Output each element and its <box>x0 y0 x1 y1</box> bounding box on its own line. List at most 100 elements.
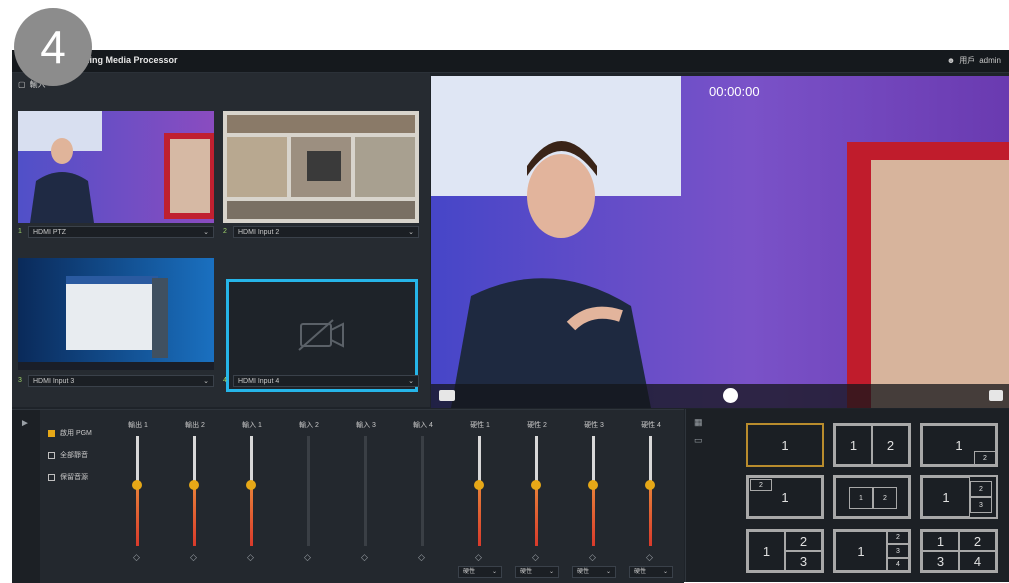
volume-slider-track[interactable] <box>136 436 139 546</box>
pan-icon[interactable]: ◇ <box>361 552 368 563</box>
audio-sidebar: ► <box>12 410 40 583</box>
volume-slider-knob[interactable] <box>531 480 541 490</box>
input-3-thumbnail[interactable] <box>18 258 214 370</box>
monitor-icon[interactable]: ▭ <box>694 435 703 446</box>
pan-icon[interactable]: ◇ <box>475 552 482 563</box>
channel-label: 輸出 2 <box>185 422 205 429</box>
layout-option-4[interactable]: 12 <box>746 475 824 519</box>
layout-cell: 2 <box>974 451 996 465</box>
pan-icon[interactable]: ◇ <box>589 552 596 563</box>
channel-label: 輸入 4 <box>413 422 433 429</box>
volume-slider-knob[interactable] <box>246 480 256 490</box>
layout-cell: 3 <box>785 551 822 571</box>
channel-label: 硬性 3 <box>584 422 604 429</box>
channel-strip: 硬性 1 ◇ 硬性 ⌄ <box>458 416 502 578</box>
channel-label: 硬性 2 <box>527 422 547 429</box>
volume-slider-track[interactable] <box>535 436 538 546</box>
volume-slider-track[interactable] <box>307 436 310 546</box>
channel-label: 硬性 4 <box>641 422 661 429</box>
volume-slider-knob[interactable] <box>474 480 484 490</box>
pan-icon[interactable]: ◇ <box>646 552 653 563</box>
layout-option-1[interactable]: 1 <box>746 423 824 467</box>
volume-slider-track[interactable] <box>250 436 253 546</box>
option-label: 保留音源 <box>60 474 88 481</box>
pan-icon[interactable]: ◇ <box>247 552 254 563</box>
pan-icon[interactable]: ◇ <box>304 552 311 563</box>
record-button[interactable] <box>723 388 738 403</box>
volume-slider-knob[interactable] <box>645 480 655 490</box>
layout-cell: 1 <box>922 531 959 551</box>
layout-cell: 1 <box>835 531 887 571</box>
checkbox[interactable] <box>48 429 55 437</box>
slider-track-upper <box>478 436 481 485</box>
channel-source-select[interactable]: 硬性 ⌄ <box>572 566 616 578</box>
channel-strip: 硬性 2 ◇ 硬性 ⌄ <box>515 416 559 578</box>
level-meter-fill <box>649 485 652 546</box>
aspect-ratio-icon[interactable] <box>439 390 455 401</box>
input-3-source-select[interactable]: HDMI Input 3 ⌄ <box>28 375 214 387</box>
volume-slider-knob[interactable] <box>132 480 142 490</box>
layout-cell: 1 <box>748 531 785 571</box>
layout-cell: 1 <box>835 425 872 465</box>
layout-option-8[interactable]: 1234 <box>833 529 911 573</box>
slider-track-upper <box>193 436 196 485</box>
layout-cell: 2 <box>873 487 897 509</box>
checkbox[interactable] <box>48 451 55 459</box>
input-2-source-select[interactable]: HDMI Input 2 ⌄ <box>233 226 419 238</box>
layout-option-6[interactable]: 123 <box>920 475 998 519</box>
input-2-image <box>223 111 419 223</box>
pan-icon[interactable]: ◇ <box>133 552 140 563</box>
program-preview: 00:00:00 <box>431 76 1009 408</box>
layout-cell: 4 <box>959 551 996 571</box>
channel-source-select[interactable]: 硬性 ⌄ <box>458 566 502 578</box>
layout-panel: ▦ ▭ 11212121212312312341234 <box>685 409 1009 582</box>
option-mute-all[interactable]: 全部靜音 <box>48 450 88 460</box>
app-window: ...ming Media Processor ☻ 用戶 admin ▢ 輸入 … <box>12 50 1009 583</box>
pan-icon[interactable]: ◇ <box>532 552 539 563</box>
input-4-source-select[interactable]: HDMI Input 4 ⌄ <box>233 375 419 387</box>
layout-grid-icon[interactable]: ▦ <box>694 417 703 428</box>
layout-cell: 2 <box>785 531 822 551</box>
channel-strip: 硬性 4 ◇ 硬性 ⌄ <box>629 416 673 578</box>
input-1-thumbnail[interactable] <box>18 111 214 223</box>
pan-icon[interactable]: ◇ <box>418 552 425 563</box>
step-number-badge: 4 <box>14 8 92 86</box>
option-enable-pgm[interactable]: 啟用 PGM <box>48 428 92 438</box>
layout-cell: 3 <box>922 551 959 571</box>
layout-cell: 2 <box>959 531 996 551</box>
channel-strip: 輸出 1 ◇ <box>118 416 158 576</box>
layout-option-9[interactable]: 1234 <box>920 529 998 573</box>
user-prefix: 用戶 <box>959 56 976 65</box>
channel-strip: 輸入 2 ◇ <box>289 416 329 576</box>
camera-snapshot-icon[interactable] <box>989 390 1003 401</box>
input-1-source-select[interactable]: HDMI PTZ ⌄ <box>28 226 214 238</box>
volume-slider-knob[interactable] <box>189 480 199 490</box>
option-keep-source[interactable]: 保留音源 <box>48 472 88 482</box>
layout-option-7[interactable]: 123 <box>746 529 824 573</box>
volume-slider-track[interactable] <box>364 436 367 546</box>
channel-source-label: 硬性 <box>520 569 533 575</box>
layout-cell: 3 <box>887 544 909 558</box>
inputs-panel: ▢ 輸入 1 HDMI PTZ ⌄ 2 HDMI Input 2 ⌄ 3 HDM… <box>12 73 430 407</box>
channel-strip: 輸出 2 ◇ <box>175 416 215 576</box>
volume-slider-track[interactable] <box>193 436 196 546</box>
volume-slider-track[interactable] <box>421 436 424 546</box>
layout-option-3[interactable]: 12 <box>920 423 998 467</box>
checkbox[interactable] <box>48 473 55 481</box>
layout-option-2[interactable]: 12 <box>833 423 911 467</box>
channel-source-select[interactable]: 硬性 ⌄ <box>629 566 673 578</box>
pan-icon[interactable]: ◇ <box>190 552 197 563</box>
volume-slider-track[interactable] <box>592 436 595 546</box>
channel-source-select[interactable]: 硬性 ⌄ <box>515 566 559 578</box>
level-meter-fill <box>535 485 538 546</box>
volume-slider-track[interactable] <box>649 436 652 546</box>
volume-slider-knob[interactable] <box>588 480 598 490</box>
channel-source-label: 硬性 <box>577 569 590 575</box>
channel-strip: 硬性 3 ◇ 硬性 ⌄ <box>572 416 616 578</box>
input-2-thumbnail[interactable] <box>223 111 419 223</box>
channel-strip: 輸入 3 ◇ <box>346 416 386 576</box>
layout-option-5[interactable]: 12 <box>833 475 911 519</box>
user-menu[interactable]: ☻ 用戶 admin <box>947 55 1001 66</box>
volume-slider-track[interactable] <box>478 436 481 546</box>
layout-cell: 3 <box>970 497 992 513</box>
